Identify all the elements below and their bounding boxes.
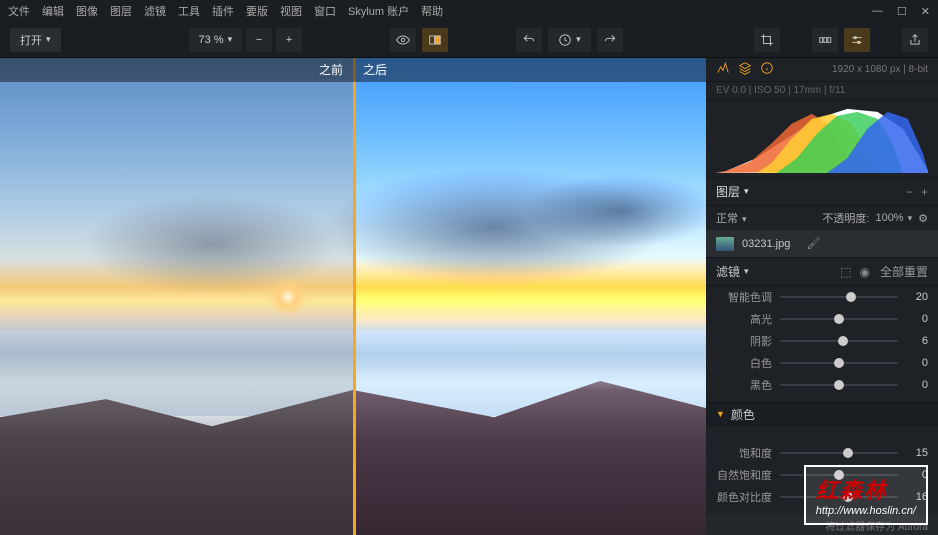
slider-track[interactable] (780, 340, 898, 342)
slider-track[interactable] (780, 296, 898, 298)
image-depth: 8-bit (909, 64, 928, 75)
slider-label: 阴影 (716, 333, 772, 349)
menu-layer[interactable]: 图层 (110, 3, 132, 19)
slider-label: 自然饱和度 (716, 467, 772, 483)
menu-preset[interactable]: 要版 (246, 3, 268, 19)
presets-icon (818, 33, 832, 47)
zoom-in-button[interactable]: + (276, 28, 302, 52)
slider-阴影[interactable]: 阴影 6 (706, 330, 938, 352)
slider-label: 颜色对比度 (716, 489, 772, 505)
zoom-level[interactable]: 73 %▾ (189, 28, 243, 52)
slider-label: 黑色 (716, 377, 772, 393)
image-dimensions: 1920 x 1080 px (832, 64, 900, 75)
slider-track[interactable] (780, 452, 898, 454)
presets-button[interactable] (812, 28, 838, 52)
menu-filter[interactable]: 滤镜 (144, 3, 166, 19)
slider-value: 15 (906, 447, 928, 459)
adjust-button[interactable] (844, 28, 870, 52)
layers-tab-icon[interactable] (738, 61, 752, 78)
info-tab-icon[interactable] (760, 61, 774, 78)
slider-track[interactable] (780, 362, 898, 364)
slider-track[interactable] (780, 384, 898, 386)
menu-help[interactable]: 帮助 (421, 3, 443, 19)
histogram-tab-icon[interactable] (716, 61, 730, 78)
gear-icon[interactable]: ⚙ (918, 212, 928, 225)
opacity-value[interactable]: 100%▾ (875, 212, 912, 224)
slider-value: 0 (906, 357, 928, 369)
window-controls: — ☐ ✕ (872, 5, 930, 18)
sliders-icon (850, 33, 864, 47)
slider-高光[interactable]: 高光 0 (706, 308, 938, 330)
export-icon (908, 33, 922, 47)
slider-value: 0 (906, 379, 928, 391)
zoom-out-button[interactable]: − (246, 28, 272, 52)
undo-icon (522, 33, 536, 47)
close-icon[interactable]: ✕ (921, 5, 930, 18)
compare-divider[interactable] (353, 58, 356, 535)
layer-filename: 03231.jpg (742, 238, 790, 250)
layer-row[interactable]: 03231.jpg 🖌 (706, 230, 938, 258)
compare-icon (428, 33, 442, 47)
menu-edit[interactable]: 编辑 (42, 3, 64, 19)
sidebar: 1920 x 1080 px | 8-bit EV 0.0 | ISO 50 |… (706, 58, 938, 535)
menu-plugin[interactable]: 插件 (212, 3, 234, 19)
history-button[interactable]: ▾ (548, 28, 591, 52)
transform-icon[interactable]: ⬚ (840, 265, 851, 279)
exif-info: EV 0.0 | ISO 50 | 17mm | f/11 (706, 82, 938, 100)
slider-value: 0 (906, 313, 928, 325)
slider-白色[interactable]: 白色 0 (706, 352, 938, 374)
menu-image[interactable]: 图像 (76, 3, 98, 19)
layer-thumb (716, 237, 734, 251)
watermark: 红森林 http://www.hoslin.cn/ (804, 465, 928, 525)
slider-value: 20 (906, 291, 928, 303)
blend-mode[interactable]: 正常▾ (716, 210, 747, 226)
slider-饱和度[interactable]: 饱和度 15 (706, 442, 938, 464)
reset-all[interactable]: 全部重置 (880, 263, 928, 280)
crop-icon (760, 33, 774, 47)
redo-icon (603, 33, 617, 47)
brush-icon[interactable]: 🖌 (806, 237, 820, 250)
history-icon (558, 33, 572, 47)
layers-header[interactable]: 图层▾ − + (706, 178, 938, 206)
slider-label: 白色 (716, 355, 772, 371)
slider-label: 智能色调 (716, 289, 772, 305)
undo-button[interactable] (516, 28, 542, 52)
slider-智能色调[interactable]: 智能色调 20 (706, 286, 938, 308)
menu-file[interactable]: 文件 (8, 3, 30, 19)
crop-button[interactable] (754, 28, 780, 52)
export-button[interactable] (902, 28, 928, 52)
slider-黑色[interactable]: 黑色 0 (706, 374, 938, 396)
color-group-header[interactable]: ▼ 颜色 (706, 402, 938, 426)
menu-tool[interactable]: 工具 (178, 3, 200, 19)
filters-header[interactable]: 滤镜▾ ⬚ ◉ 全部重置 (706, 258, 938, 286)
slider-track[interactable] (780, 318, 898, 320)
maximize-icon[interactable]: ☐ (897, 5, 907, 18)
redo-button[interactable] (597, 28, 623, 52)
layer-plus-icon[interactable]: + (921, 185, 928, 199)
triangle-down-icon: ▼ (716, 409, 725, 419)
open-button[interactable]: 打开▾ (10, 28, 61, 52)
eye-icon (396, 33, 410, 47)
opacity-label: 不透明度: (822, 210, 869, 226)
preview-toggle[interactable] (390, 28, 416, 52)
menu-bar: 文件 编辑 图像 图层 滤镜 工具 插件 要版 视图 窗口 Skylum 账户 … (0, 0, 938, 22)
label-after: 之后 (353, 58, 706, 82)
canvas-viewport[interactable]: 之前 之后 (0, 58, 706, 535)
menu-window[interactable]: 窗口 (314, 3, 336, 19)
histogram (706, 100, 938, 178)
layer-minus-icon[interactable]: − (906, 185, 913, 199)
label-before: 之前 (0, 58, 353, 82)
compare-toggle[interactable] (422, 28, 448, 52)
lens-icon[interactable]: ◉ (860, 265, 870, 279)
slider-label: 高光 (716, 311, 772, 327)
toolbar: 打开▾ 73 %▾ − + ▾ (0, 22, 938, 58)
slider-label: 饱和度 (716, 445, 772, 461)
slider-value: 6 (906, 335, 928, 347)
compare-labels: 之前 之后 (0, 58, 706, 82)
menu-view[interactable]: 视图 (280, 3, 302, 19)
minimize-icon[interactable]: — (872, 5, 883, 18)
menu-account[interactable]: Skylum 账户 (348, 3, 409, 19)
